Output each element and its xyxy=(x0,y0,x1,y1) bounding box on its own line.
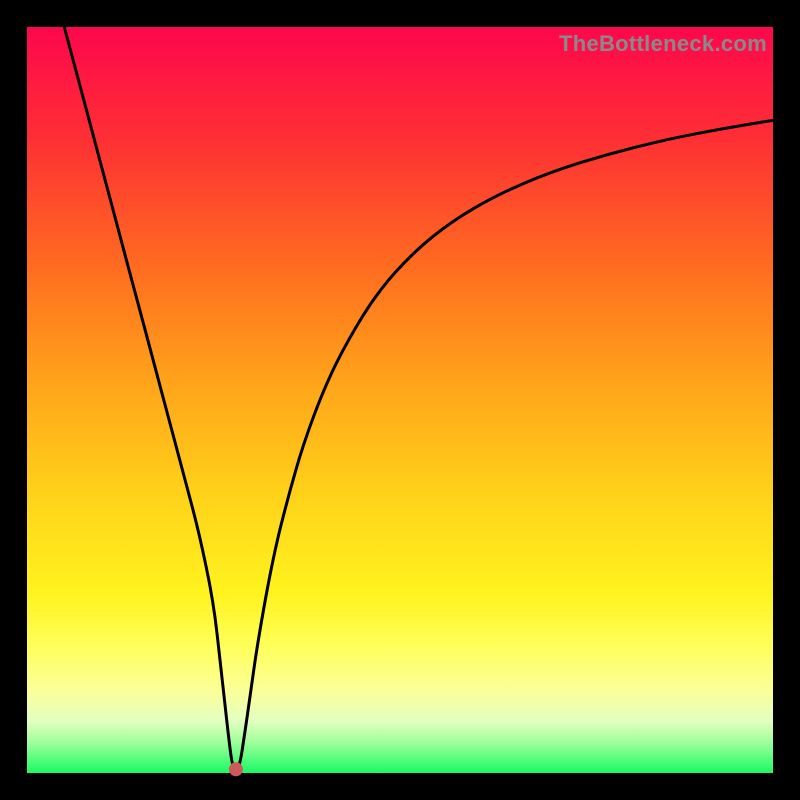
plot-area: TheBottleneck.com xyxy=(27,27,773,773)
curve-svg xyxy=(27,27,773,773)
minimum-marker xyxy=(229,762,243,776)
bottleneck-curve-path xyxy=(64,27,773,768)
chart-frame: TheBottleneck.com xyxy=(0,0,800,800)
